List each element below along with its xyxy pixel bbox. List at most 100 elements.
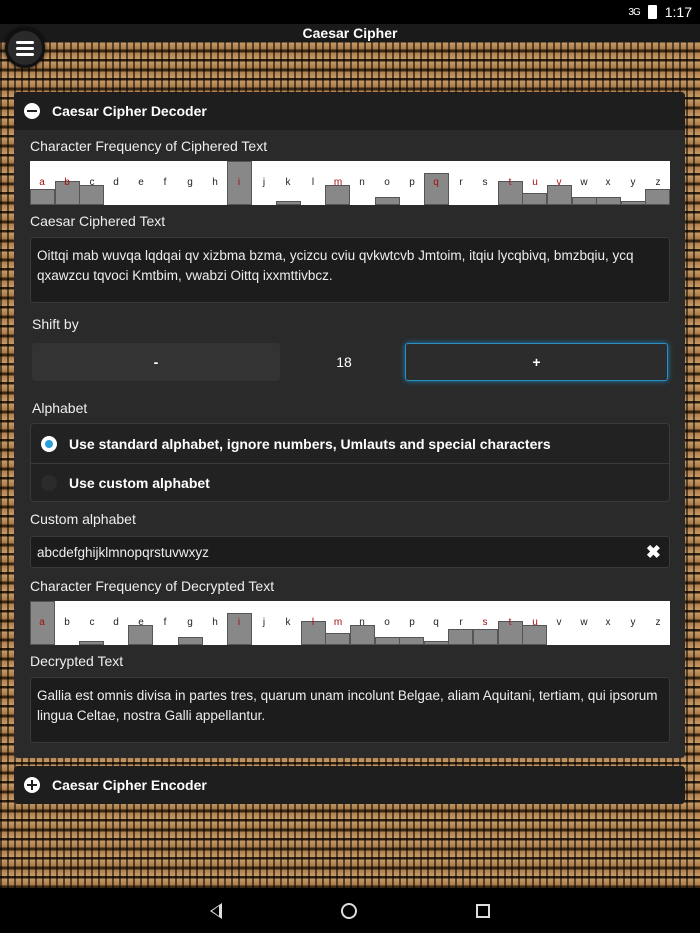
expand-icon — [24, 777, 40, 793]
frequency-letter: d — [113, 617, 119, 628]
cipher-frequency-chart: a b c d e f g h i j k l m n o p q r s t u v w x y z — [30, 161, 670, 205]
frequency-letter: p — [409, 617, 415, 628]
cipher-freq-label: Character Frequency of Ciphered Text — [30, 138, 268, 154]
frequency-letter: m — [333, 177, 343, 188]
navigation-bar — [0, 888, 700, 933]
frequency-letter: q — [433, 617, 439, 628]
alphabet-radio-group: Use standard alphabet, ignore numbers, U… — [30, 423, 670, 502]
frequency-letter: r — [459, 177, 463, 188]
frequency-letter: r — [459, 617, 463, 628]
alphabet-label: Alphabet — [32, 400, 88, 416]
decrypted-text-area[interactable]: Gallia est omnis divisa in partes tres, … — [30, 677, 670, 743]
frequency-bar — [424, 641, 449, 645]
option-custom-label: Use custom alphabet — [69, 475, 210, 491]
signal-indicator: 3G — [628, 6, 640, 18]
frequency-letter: w — [580, 177, 588, 188]
decoder-title: Caesar Cipher Decoder — [52, 103, 207, 119]
frequency-bar — [522, 625, 547, 645]
frequency-letter: u — [532, 617, 538, 628]
option-standard-label: Use standard alphabet, ignore numbers, U… — [69, 435, 551, 452]
frequency-letter: y — [630, 617, 636, 628]
menu-icon — [16, 40, 34, 44]
frequency-letter: h — [212, 617, 218, 628]
frequency-letter: j — [262, 177, 266, 188]
frequency-bar — [522, 193, 547, 205]
frequency-letter: y — [630, 177, 636, 188]
frequency-bar — [375, 637, 400, 645]
frequency-letter: z — [655, 177, 661, 188]
shift-value: 18 — [336, 354, 352, 370]
frequency-letter: p — [409, 177, 415, 188]
frequency-letter: x — [605, 617, 611, 628]
frequency-letter: i — [237, 617, 241, 628]
frequency-letter: l — [311, 177, 315, 188]
encoder-title: Caesar Cipher Encoder — [52, 777, 207, 793]
frequency-letter: v — [556, 617, 562, 628]
frequency-letter: o — [384, 177, 390, 188]
frequency-letter: a — [39, 177, 45, 188]
frequency-bar — [276, 201, 301, 205]
radio-selected-icon — [41, 435, 57, 452]
frequency-bar — [325, 633, 350, 645]
frequency-bar — [30, 189, 55, 205]
frequency-bar — [473, 629, 498, 645]
frequency-bar — [621, 201, 646, 205]
decoder-header[interactable]: Caesar Cipher Decoder — [14, 92, 685, 130]
encoder-header[interactable]: Caesar Cipher Encoder — [14, 766, 685, 804]
frequency-letter: t — [508, 177, 512, 188]
frequency-letter: b — [64, 617, 70, 628]
frequency-bar — [79, 185, 104, 205]
radio-unselected-icon — [41, 475, 57, 491]
custom-alphabet-label: Custom alphabet — [30, 511, 136, 527]
frequency-letter: t — [508, 617, 512, 628]
frequency-letter: d — [113, 177, 119, 188]
frequency-letter: n — [359, 617, 365, 628]
radio-standard-alphabet[interactable]: Use standard alphabet, ignore numbers, U… — [31, 424, 669, 463]
shift-minus-button[interactable]: - — [32, 343, 280, 381]
frequency-letter: k — [285, 617, 291, 628]
frequency-letter: c — [89, 177, 95, 188]
cipher-text-area[interactable]: Oittqi mab wuvqa lqdqai qv xizbma bzma, … — [30, 237, 670, 303]
frequency-letter: u — [532, 177, 538, 188]
frequency-bar — [325, 185, 350, 205]
decrypted-text-label: Decrypted Text — [30, 653, 124, 669]
clear-icon[interactable]: ✖ — [646, 542, 661, 563]
frequency-letter: b — [64, 177, 70, 188]
frequency-bar — [596, 197, 621, 205]
custom-alphabet-input[interactable]: abcdefghijklmnopqrstuvwxyz ✖ — [30, 536, 670, 568]
frequency-letter: h — [212, 177, 218, 188]
frequency-bar — [178, 637, 203, 645]
frequency-letter: s — [482, 617, 488, 628]
menu-button[interactable] — [5, 28, 45, 68]
decrypted-freq-label: Character Frequency of Decrypted Text — [30, 578, 275, 594]
frequency-letter: a — [39, 617, 45, 628]
frequency-letter: l — [311, 617, 315, 628]
frequency-letter: f — [163, 617, 167, 628]
encoder-panel: Caesar Cipher Encoder — [14, 766, 685, 804]
frequency-letter: s — [482, 177, 488, 188]
frequency-bar — [128, 625, 153, 645]
frequency-letter: v — [556, 177, 562, 188]
frequency-letter: i — [237, 177, 241, 188]
radio-custom-alphabet[interactable]: Use custom alphabet — [31, 463, 669, 502]
frequency-bar — [399, 637, 424, 645]
frequency-letter: g — [187, 177, 193, 188]
home-icon[interactable] — [340, 902, 357, 919]
frequency-bar — [448, 629, 473, 645]
frequency-letter: x — [605, 177, 611, 188]
battery-icon — [647, 5, 657, 19]
decrypted-frequency-chart: a b c d e f g h i j k l m n o p q r s t u v w x y z — [30, 601, 670, 645]
recent-apps-icon[interactable] — [476, 903, 491, 918]
frequency-letter: g — [187, 617, 193, 628]
custom-alphabet-value: abcdefghijklmnopqrstuvwxyz — [37, 544, 209, 560]
shift-label: Shift by — [32, 316, 79, 332]
frequency-bar — [547, 185, 572, 205]
frequency-letter: z — [655, 617, 661, 628]
collapse-icon — [24, 103, 40, 119]
shift-plus-button[interactable]: + — [405, 343, 668, 381]
frequency-letter: e — [138, 617, 144, 628]
frequency-bar — [350, 625, 375, 645]
back-icon[interactable] — [209, 902, 222, 919]
frequency-bar — [79, 641, 104, 645]
status-bar: 3G 1:17 — [0, 0, 700, 24]
